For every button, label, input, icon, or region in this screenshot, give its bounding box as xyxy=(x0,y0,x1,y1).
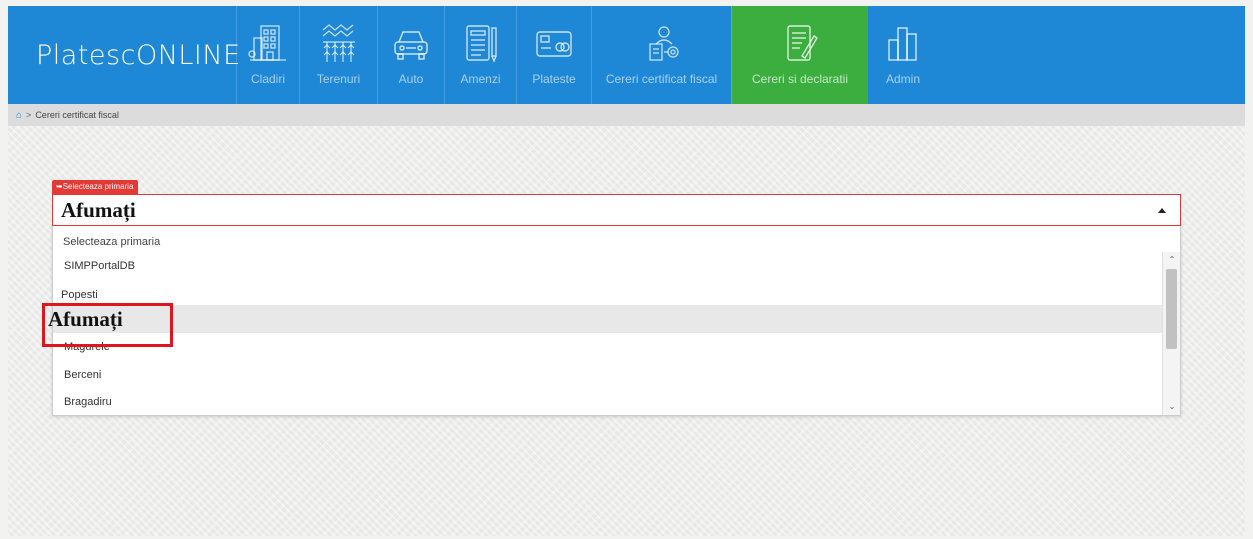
brand-logo[interactable]: PlatescONLINE xyxy=(8,6,240,104)
caret-up-icon[interactable] xyxy=(1158,208,1166,213)
nav-label: Plateste xyxy=(532,72,576,86)
nav-item-auto[interactable]: Auto xyxy=(377,6,444,104)
breadcrumb: ⌂ > Cereri certificat fiscal xyxy=(8,104,1245,126)
nav-item-amenzi[interactable]: Amenzi xyxy=(444,6,516,104)
dropdown-scrollbar[interactable]: ⌃ ⌄ xyxy=(1162,252,1180,415)
car-icon xyxy=(389,20,433,68)
chevron-down-icon[interactable]: ⌄ xyxy=(1168,403,1176,411)
building-icon xyxy=(246,20,290,68)
nav-item-cereri-certificat-fiscal[interactable]: Cereri certificat fiscal xyxy=(591,6,731,104)
form-declaration-icon xyxy=(778,20,822,68)
nav-label: Cereri certificat fiscal xyxy=(605,72,718,86)
option-magurele[interactable]: Magurele xyxy=(53,333,1163,361)
nav-label: Cladiri xyxy=(250,72,285,86)
nav-label: Cereri si declaratii xyxy=(751,72,849,86)
option-berceni[interactable]: Berceni xyxy=(53,361,1163,389)
nav-label: Auto xyxy=(398,72,424,86)
document-fine-icon xyxy=(459,20,503,68)
nav-item-plateste[interactable]: Plateste xyxy=(516,6,591,104)
home-icon[interactable]: ⌂ xyxy=(16,110,22,121)
field-icon xyxy=(317,20,361,68)
scrollbar-thumb[interactable] xyxy=(1166,269,1177,349)
dropdown-header[interactable]: Selecteaza primaria xyxy=(63,236,160,248)
select-label: ➥Selecteaza primaria xyxy=(52,180,139,194)
page-frame: PlatescONLINE Cladiri Terenuri Auto Amen… xyxy=(8,6,1245,536)
option-bragadiru[interactable]: Bragadiru xyxy=(53,388,1163,416)
card-payment-icon xyxy=(532,20,576,68)
option-simpportaldb[interactable]: SIMPPortalDB xyxy=(53,252,1163,280)
primaria-select[interactable]: Afumați xyxy=(52,194,1181,226)
nav-item-admin[interactable]: Admin xyxy=(868,6,938,104)
select-value: Afumați xyxy=(61,197,136,222)
option-afumati-label: Afumați xyxy=(48,307,123,331)
share-icon: ➥ xyxy=(56,182,63,191)
nav-label: Terenuri xyxy=(316,72,361,86)
breadcrumb-separator: > xyxy=(26,110,32,120)
option-popesti[interactable]: Popesti xyxy=(61,289,98,302)
certificate-request-icon xyxy=(640,20,684,68)
top-navbar: PlatescONLINE Cladiri Terenuri Auto Amen… xyxy=(8,6,1245,104)
breadcrumb-current[interactable]: Cereri certificat fiscal xyxy=(35,110,119,120)
option-afumati[interactable] xyxy=(53,305,1163,333)
nav-item-cereri-si-declaratii[interactable]: Cereri si declaratii xyxy=(731,6,868,104)
nav-item-terenuri[interactable]: Terenuri xyxy=(299,6,377,104)
bar-chart-icon xyxy=(881,20,925,68)
chevron-up-icon[interactable]: ⌃ xyxy=(1168,256,1176,264)
select-label-text: Selecteaza primaria xyxy=(62,182,134,191)
nav-item-cladiri[interactable]: Cladiri xyxy=(236,6,299,104)
select-dropdown: Selecteaza primaria SIMPPortalDB Magurel… xyxy=(52,226,1181,416)
nav-label: Amenzi xyxy=(460,72,501,86)
nav-label: Admin xyxy=(885,72,920,86)
